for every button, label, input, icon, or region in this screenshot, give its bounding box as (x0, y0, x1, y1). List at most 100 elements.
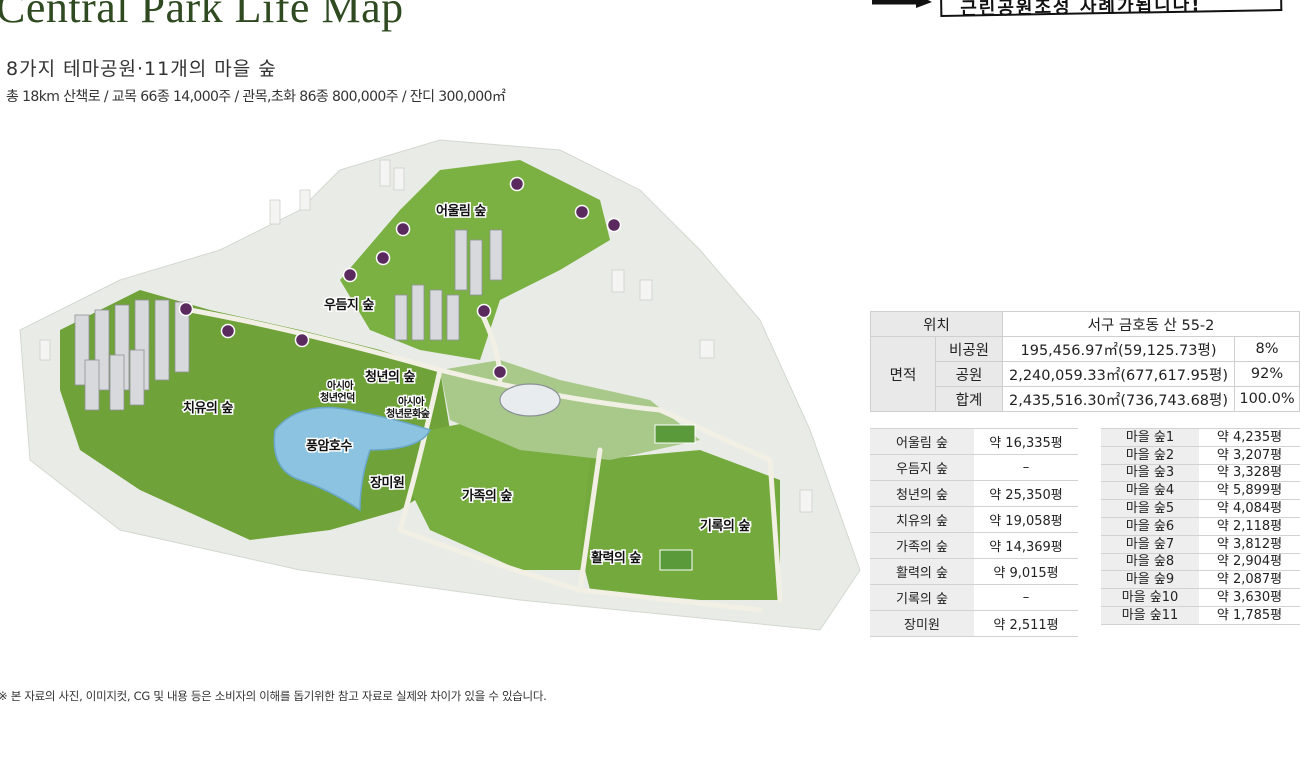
table-row: 우듬지 숲 – (870, 454, 1078, 481)
location-area-table: 위치 서구 금호동 산 55-2 면적 비공원 195,456.97㎡(59,1… (870, 311, 1300, 412)
park-east-area (580, 450, 780, 600)
marker (178, 301, 194, 317)
area-label: 면적 (870, 336, 936, 412)
sports-field (659, 549, 693, 571)
table-row: 치유의 숲약 19,058평 (870, 506, 1078, 533)
label-asia-youth-culture-1: 아시아 (398, 395, 425, 408)
zone-name: 기록의 숲 (870, 584, 974, 611)
village-name: 마을 숲9 (1101, 570, 1199, 590)
park-stats: 총 18km 산책로 / 교목 66종 14,000주 / 관목,초화 86종 … (6, 89, 506, 105)
label-healing-forest: 치유의 숲 (183, 400, 233, 416)
zone-area: 약 19,058평 (974, 506, 1078, 533)
village-name: 마을 숲6 (1101, 516, 1199, 536)
marker (492, 364, 508, 380)
village-name: 마을 숲5 (1101, 499, 1199, 518)
village-area: 약 3,328평 (1199, 463, 1300, 483)
label-record-forest: 기록의 숲 (700, 518, 750, 534)
area-ratio: 100.0% (1234, 386, 1300, 412)
park-map: 어울림 숲 우듬지 숲 청년의 숲 아시아 청년언덕 아시아 청년문화숲 치유의… (19, 139, 861, 631)
table-row: 기록의 숲 – (870, 584, 1078, 611)
village-name: 마을 숲4 (1101, 481, 1199, 501)
village-name: 마을 숲1 (1101, 428, 1199, 447)
zone-name: 치유의 숲 (870, 506, 974, 533)
village-name: 마을 숲2 (1101, 445, 1199, 465)
village-name: 마을 숲8 (1101, 552, 1199, 572)
area-value: 195,456.97㎡(59,125.73평) (1002, 336, 1235, 362)
village-forest-table: 마을 숲1 약 4,235평 마을 숲2 약 3,207평 마을 숲3 약 3,328… (1101, 428, 1300, 625)
table-row: 마을 숲7 약 3,812평 (1101, 534, 1300, 554)
label-rose-garden: 장미원 (370, 475, 404, 491)
marker (395, 221, 411, 237)
table-row: 어울림 숲약 16,335평 (870, 428, 1078, 455)
zone-name: 가족의 숲 (870, 532, 974, 559)
zone-area: 약 2,511평 (974, 610, 1078, 637)
table-row: 마을 숲4 약 5,899평 (1101, 481, 1300, 501)
village-area: 약 2,118평 (1199, 516, 1300, 536)
label-youth-forest: 청년의 숲 (365, 369, 415, 385)
zone-area: – (974, 584, 1078, 611)
zone-name: 장미원 (870, 610, 974, 637)
zone-area: 약 25,350평 (974, 480, 1078, 507)
village-area: 약 3,630평 (1199, 588, 1300, 607)
sports-field (654, 424, 696, 444)
village-area: 약 3,207평 (1199, 445, 1300, 465)
area-type: 공원 (935, 361, 1003, 387)
arrow-icon (872, 0, 932, 8)
label-asia-youth-culture-2: 청년문화숲 (386, 407, 430, 420)
zone-name: 청년의 숲 (870, 480, 974, 507)
village-area: 약 1,785평 (1199, 605, 1300, 625)
marker (606, 217, 622, 233)
table-row: 마을 숲10 약 3,630평 (1101, 588, 1300, 607)
zone-area: 약 9,015평 (974, 558, 1078, 585)
theme-park-table: 어울림 숲약 16,335평 우듬지 숲 – 청년의 숲약 25,350평 치유의… (870, 428, 1078, 637)
marker (375, 250, 391, 266)
village-name: 마을 숲7 (1101, 534, 1199, 554)
zone-name: 활력의 숲 (870, 558, 974, 585)
label-pungam-lake: 풍암호수 (306, 438, 352, 454)
table-row: 마을 숲8 약 2,904평 (1101, 552, 1300, 572)
village-name: 마을 숲10 (1101, 588, 1199, 607)
label-asia-youth-hill-2: 청년언덕 (320, 391, 355, 404)
table-row: 마을 숲6 약 2,118평 (1101, 516, 1300, 536)
zone-name: 우듬지 숲 (870, 454, 974, 481)
area-value: 2,240,059.33㎡(677,617.95평) (1002, 361, 1235, 387)
disclaimer: ※ 본 자료의 사진, 이미지컷, CG 및 내용 등은 소비자의 이해를 돕기… (0, 689, 547, 703)
marker (342, 267, 358, 283)
stadium (499, 383, 561, 417)
label-udeumji-forest: 우듬지 숲 (324, 298, 374, 313)
label-vitality-forest: 활력의 숲 (591, 550, 641, 566)
page-title: Central Park Life Map (0, 0, 404, 32)
table-row: 마을 숲2 약 3,207평 (1101, 445, 1300, 465)
village-area: 약 4,235평 (1199, 428, 1300, 447)
location-label: 위치 (870, 311, 1003, 337)
marker (294, 332, 310, 348)
village-area: 약 5,899평 (1199, 481, 1300, 501)
village-name: 마을 숲3 (1101, 463, 1199, 483)
marker (574, 204, 590, 220)
village-area: 약 2,904평 (1199, 552, 1300, 572)
area-value: 2,435,516.30㎡(736,743.68평) (1002, 386, 1235, 412)
table-row: 마을 숲11 약 1,785평 (1101, 605, 1300, 625)
table-row: 가족의 숲약 14,369평 (870, 532, 1078, 559)
marker (220, 323, 236, 339)
page-subtitle: 8가지 테마공원·11개의 마을 숲 (6, 58, 277, 80)
area-ratio: 8% (1234, 336, 1300, 362)
village-name: 마을 숲11 (1101, 605, 1199, 625)
village-area: 약 3,812평 (1199, 534, 1300, 554)
marker (509, 176, 525, 192)
label-asia-youth-hill-1: 아시아 (327, 379, 354, 392)
table-row: 마을 숲3 약 3,328평 (1101, 463, 1300, 483)
area-type: 비공원 (935, 336, 1003, 362)
zone-area: – (974, 454, 1078, 481)
table-row: 장미원 약 2,511평 (870, 610, 1078, 637)
zone-area: 약 16,335평 (974, 428, 1078, 455)
location-value: 서구 금호동 산 55-2 (1002, 311, 1300, 337)
marker (476, 303, 492, 319)
banner-box: 근린공원조성 사례가됩니다! (939, 0, 1283, 20)
table-row: 청년의 숲약 25,350평 (870, 480, 1078, 507)
table-row: 마을 숲5 약 4,084평 (1101, 499, 1300, 518)
label-family-forest: 가족의 숲 (462, 488, 512, 504)
village-area: 약 2,087평 (1199, 570, 1300, 590)
area-type: 합계 (935, 386, 1003, 412)
area-ratio: 92% (1234, 361, 1300, 387)
